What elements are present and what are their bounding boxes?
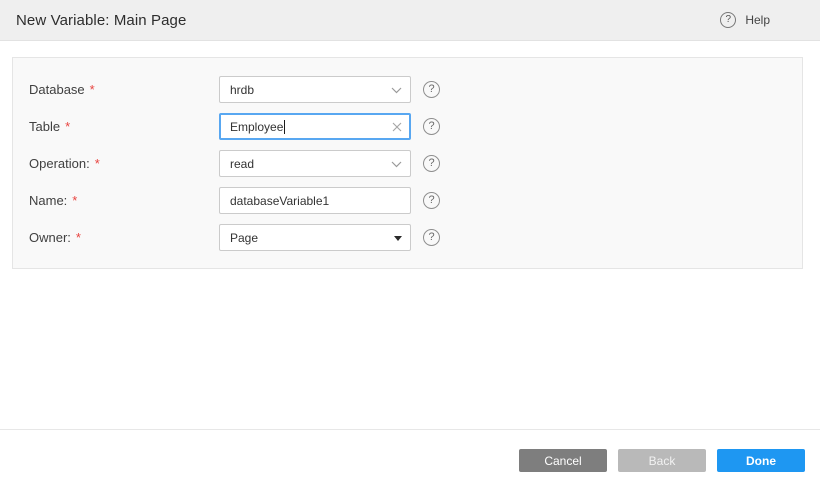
database-help-icon[interactable]: ?: [423, 81, 440, 98]
database-value: hrdb: [230, 82, 255, 97]
dialog-header: New Variable: Main Page ? Help: [0, 0, 820, 41]
owner-select[interactable]: Page: [219, 224, 411, 251]
operation-label-wrap: Operation: *: [29, 156, 219, 171]
table-input[interactable]: Employee: [219, 113, 411, 140]
table-label-wrap: Table *: [29, 119, 219, 134]
table-label: Table: [29, 119, 61, 134]
done-button[interactable]: Done: [717, 449, 805, 472]
name-value: databaseVariable1: [230, 193, 330, 208]
required-asterisk: *: [75, 230, 81, 245]
text-caret: [284, 119, 286, 134]
required-asterisk: *: [65, 119, 71, 134]
name-label: Name:: [29, 193, 68, 208]
form-row-database: Database * hrdb ?: [13, 71, 802, 108]
operation-select[interactable]: read: [219, 150, 411, 177]
name-label-wrap: Name: *: [29, 193, 219, 208]
operation-label: Operation:: [29, 156, 90, 171]
name-help-icon[interactable]: ?: [423, 192, 440, 209]
required-asterisk: *: [72, 193, 78, 208]
owner-value: Page: [230, 230, 259, 245]
cancel-button[interactable]: Cancel: [519, 449, 607, 472]
help-icon: ?: [720, 12, 737, 28]
table-value: Employee: [230, 119, 284, 134]
required-asterisk: *: [94, 156, 100, 171]
owner-help-icon[interactable]: ?: [423, 229, 440, 246]
form-panel: Database * hrdb ? Table * Employee ? Ope…: [12, 57, 803, 269]
help-label: Help: [745, 13, 770, 27]
name-input[interactable]: databaseVariable1: [219, 187, 411, 214]
required-asterisk: *: [89, 82, 95, 97]
form-row-table: Table * Employee ?: [13, 108, 802, 145]
operation-value: read: [230, 156, 255, 171]
owner-label: Owner:: [29, 230, 71, 245]
help-button[interactable]: ? Help: [720, 0, 770, 40]
database-select[interactable]: hrdb: [219, 76, 411, 103]
table-help-icon[interactable]: ?: [423, 118, 440, 135]
footer-divider: [0, 429, 820, 430]
database-label: Database: [29, 82, 85, 97]
clear-icon[interactable]: [391, 121, 403, 133]
owner-label-wrap: Owner: *: [29, 230, 219, 245]
footer-buttons: Cancel Back Done: [519, 449, 805, 472]
new-variable-dialog: New Variable: Main Page ? Help Database …: [0, 0, 820, 489]
form-row-owner: Owner: * Page ?: [13, 219, 802, 256]
form-row-operation: Operation: * read ?: [13, 145, 802, 182]
database-label-wrap: Database *: [29, 82, 219, 97]
back-button[interactable]: Back: [618, 449, 706, 472]
page-title: New Variable: Main Page: [16, 11, 187, 29]
form-row-name: Name: * databaseVariable1 ?: [13, 182, 802, 219]
operation-help-icon[interactable]: ?: [423, 155, 440, 172]
